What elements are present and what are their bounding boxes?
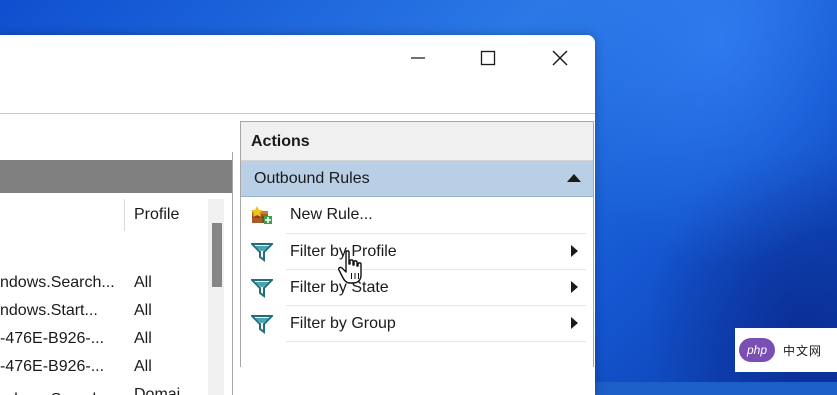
rules-pane-header	[0, 160, 232, 193]
section-label: Outbound Rules	[254, 170, 370, 187]
action-filter-by-state[interactable]: Filter by State	[241, 270, 593, 306]
rule-name-cell[interactable]: ndows.Start...	[0, 301, 124, 321]
actions-pane: Actions Outbound Rules New Rule... Filte…	[240, 121, 594, 367]
rule-profile-cell[interactable]: All	[134, 301, 209, 321]
collapse-arrow-icon[interactable]	[567, 174, 581, 182]
menu-bar	[0, 80, 595, 113]
rule-profile-cell[interactable]: All	[134, 273, 209, 293]
new-rule-icon	[251, 206, 272, 224]
rule-name-cell[interactable]: -476E-B926-...	[0, 329, 124, 349]
action-divider	[286, 341, 586, 342]
column-header-profile[interactable]: Profile	[124, 199, 204, 231]
minimize-button[interactable]	[395, 35, 441, 80]
actions-pane-header: Actions	[241, 122, 593, 161]
watermark: php 中文网	[735, 328, 837, 372]
rules-list-pane: Profile ndows.Search... ndows.Search... …	[0, 152, 233, 395]
maximize-button[interactable]	[465, 35, 511, 80]
close-icon	[552, 50, 568, 65]
filter-icon	[251, 315, 273, 334]
rule-profile-cell[interactable]: Domai	[134, 385, 209, 395]
rule-name-cell[interactable]: -476E-B926-...	[0, 357, 124, 377]
scrollbar-thumb[interactable]	[212, 223, 222, 287]
title-bar[interactable]	[0, 35, 595, 80]
hand-cursor-icon	[338, 250, 362, 284]
vertical-scrollbar[interactable]	[208, 199, 224, 395]
rule-name-cell[interactable]: ndows.Search...	[0, 273, 124, 293]
filter-icon	[251, 243, 273, 262]
action-label: New Rule...	[290, 206, 373, 223]
submenu-arrow-icon	[571, 245, 578, 257]
rule-name-cell[interactable]: ndows.Search...	[0, 390, 124, 395]
action-label: Filter by Group	[290, 315, 396, 332]
outbound-rules-section-header[interactable]: Outbound Rules	[241, 161, 593, 197]
maximize-icon	[480, 50, 496, 65]
rule-profile-cell[interactable]: All	[134, 357, 209, 377]
minimize-icon	[411, 56, 425, 59]
action-filter-by-group[interactable]: Filter by Group	[241, 306, 593, 342]
filter-icon	[251, 279, 273, 298]
rule-profile-cell[interactable]: All	[134, 329, 209, 349]
submenu-arrow-icon	[571, 281, 578, 293]
submenu-arrow-icon	[571, 317, 578, 329]
watermark-text: 中文网	[783, 343, 823, 358]
action-filter-by-profile[interactable]: Filter by Profile	[241, 234, 593, 270]
close-button[interactable]	[537, 35, 583, 80]
action-new-rule[interactable]: New Rule...	[241, 197, 593, 233]
actions-title: Actions	[251, 133, 310, 150]
php-logo: php	[739, 338, 775, 362]
